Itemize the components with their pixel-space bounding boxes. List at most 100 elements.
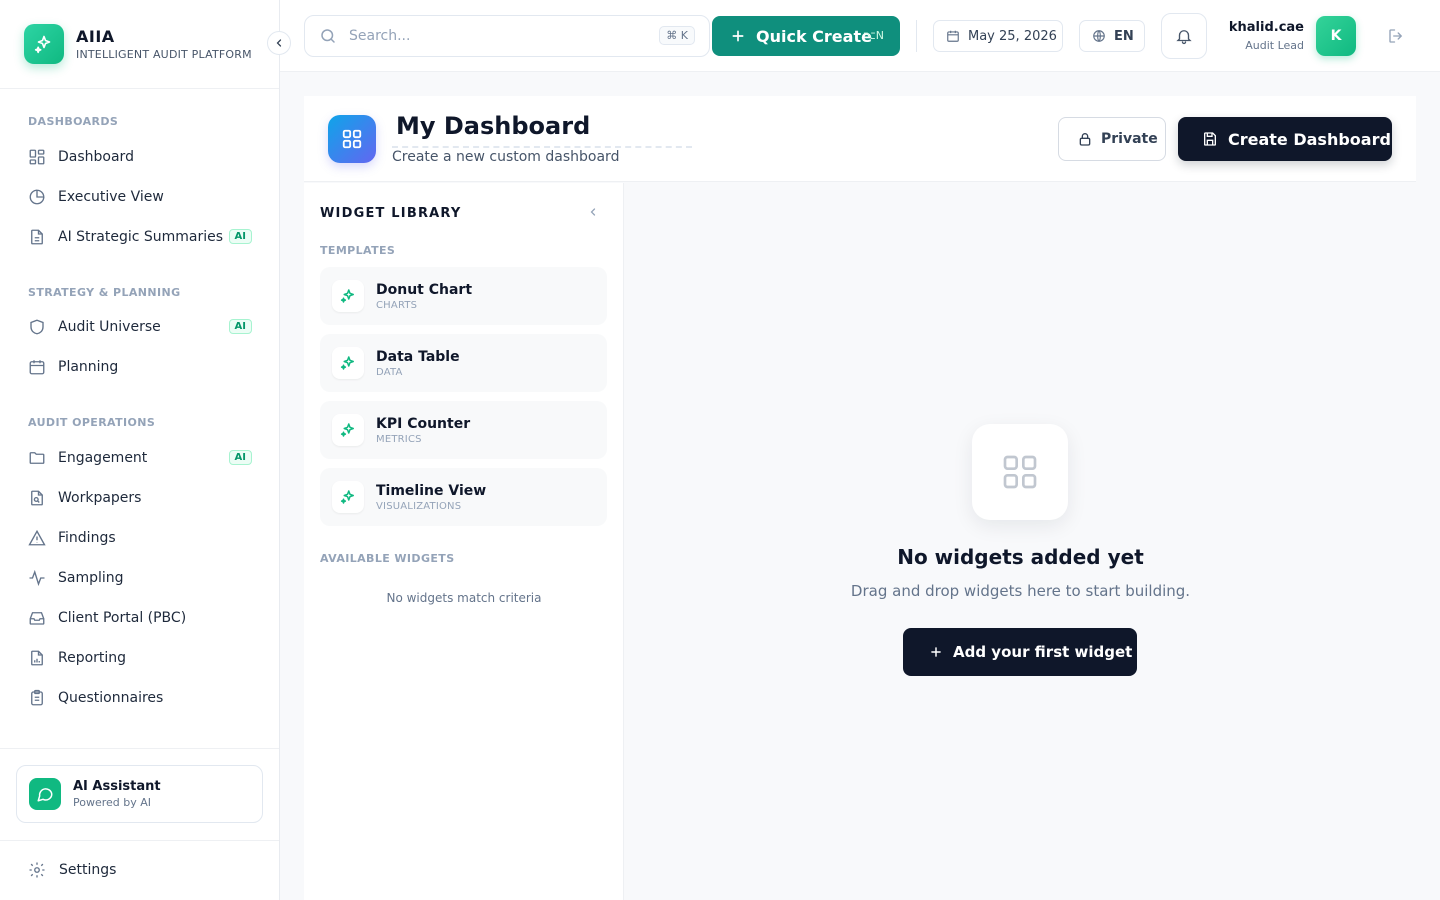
sidebar-item-ai-strategic-summaries[interactable]: AI Strategic Summaries AI xyxy=(28,225,252,249)
document-icon xyxy=(28,228,46,246)
assistant-title: AI Assistant xyxy=(73,779,161,794)
sparkle-icon xyxy=(332,280,364,312)
language-button[interactable]: EN xyxy=(1079,20,1145,52)
search-input[interactable] xyxy=(349,28,639,44)
sidebar-item-client-portal[interactable]: Client Portal (PBC) xyxy=(28,606,252,630)
user-menu[interactable]: khalid.cae Audit Lead K xyxy=(1224,16,1356,56)
sidebar-item-planning[interactable]: Planning xyxy=(28,355,252,379)
warning-icon xyxy=(28,529,46,547)
template-kpi-counter[interactable]: KPI Counter METRICS xyxy=(320,401,607,459)
gear-icon xyxy=(28,861,46,879)
sparkle-icon xyxy=(332,347,364,379)
grid-icon xyxy=(28,148,46,166)
add-first-widget-button[interactable]: Add your first widget xyxy=(903,628,1137,676)
sidebar-item-dashboard[interactable]: Dashboard xyxy=(28,145,252,169)
notifications-button[interactable] xyxy=(1161,13,1207,59)
date-picker-button[interactable]: May 25, 2026 xyxy=(933,20,1063,52)
quick-create-button[interactable]: Quick Create ⌥N xyxy=(712,16,900,56)
sidebar-item-engagement[interactable]: Engagement AI xyxy=(28,446,252,470)
sidebar-item-label: Executive View xyxy=(58,189,164,205)
shield-icon xyxy=(28,318,46,336)
plus-icon xyxy=(730,28,746,44)
template-category: METRICS xyxy=(376,433,422,445)
sidebar-item-sampling[interactable]: Sampling xyxy=(28,566,252,590)
logout-button[interactable] xyxy=(1386,26,1406,46)
assistant-subtitle: Powered by AI xyxy=(73,796,152,809)
page-subtitle-text: Create a new custom dashboard xyxy=(392,149,620,165)
sidebar-item-label: Reporting xyxy=(58,650,127,666)
template-category: DATA xyxy=(376,366,403,378)
section-title-dashboards: DASHBOARDS xyxy=(28,115,119,128)
sidebar-collapse-button[interactable] xyxy=(267,31,291,55)
activity-icon xyxy=(28,569,46,587)
template-name: Donut Chart xyxy=(376,281,473,298)
sidebar-item-label: Workpapers xyxy=(58,490,142,506)
save-icon xyxy=(1202,131,1218,147)
divider xyxy=(0,88,279,89)
sidebar-item-label: Questionnaires xyxy=(58,690,164,706)
template-timeline-view[interactable]: Timeline View VISUALIZATIONS xyxy=(320,468,607,526)
ai-badge: AI xyxy=(228,229,252,244)
ai-badge: AI xyxy=(228,319,252,334)
grid-icon xyxy=(972,424,1068,520)
settings-area: Settings xyxy=(0,840,279,900)
brand-subtitle: INTELLIGENT AUDIT PLATFORM xyxy=(76,48,252,61)
settings-button[interactable]: Settings xyxy=(28,861,116,879)
template-donut-chart[interactable]: Donut Chart CHARTS xyxy=(320,267,607,325)
section-title-operations: AUDIT OPERATIONS xyxy=(28,416,156,429)
date-label: May 25, 2026 xyxy=(968,28,1057,44)
ai-assistant-button[interactable]: AI Assistant Powered by AI xyxy=(16,765,263,823)
quick-create-label: Quick Create xyxy=(756,26,872,46)
brand[interactable]: AIIA INTELLIGENT AUDIT PLATFORM xyxy=(24,24,252,64)
sparkle-icon xyxy=(332,481,364,513)
library-collapse-button[interactable] xyxy=(586,205,600,219)
divider xyxy=(916,20,917,52)
sidebar-item-label: Dashboard xyxy=(58,149,134,165)
search-icon xyxy=(319,27,337,45)
section-title-strategy: STRATEGY & PLANNING xyxy=(28,286,181,299)
private-toggle-button[interactable]: Private xyxy=(1058,117,1166,161)
sidebar-item-questionnaires[interactable]: Questionnaires xyxy=(28,686,252,710)
library-title: WIDGET LIBRARY xyxy=(320,206,462,221)
sidebar-item-executive-view[interactable]: Executive View xyxy=(28,185,252,209)
file-search-icon xyxy=(28,489,46,507)
calendar-icon xyxy=(946,29,960,43)
inbox-icon xyxy=(28,609,46,627)
sidebar-item-findings[interactable]: Findings xyxy=(28,526,252,550)
sparkle-logo-icon xyxy=(24,24,64,64)
sparkle-icon xyxy=(332,414,364,446)
template-name: Timeline View xyxy=(376,482,487,499)
widget-library: WIDGET LIBRARY TEMPLATES Donut Chart CHA… xyxy=(304,183,624,900)
sidebar-item-label: Sampling xyxy=(58,570,124,586)
create-dashboard-button[interactable]: Create Dashboard xyxy=(1178,117,1392,161)
page-title[interactable]: My Dashboard xyxy=(396,112,590,140)
dashboard-header: My Dashboard Create a new custom dashboa… xyxy=(304,96,1416,182)
sidebar-item-audit-universe[interactable]: Audit Universe AI xyxy=(28,315,252,339)
sidebar-item-label: Findings xyxy=(58,530,116,546)
ai-badge: AI xyxy=(228,450,252,465)
sidebar-item-label: Client Portal (PBC) xyxy=(58,610,187,626)
quick-create-shortcut: ⌥N xyxy=(863,29,884,42)
search-box[interactable]: ⌘ K xyxy=(304,15,710,57)
sidebar-item-reporting[interactable]: Reporting xyxy=(28,646,252,670)
dashboard-canvas[interactable]: No widgets added yet Drag and drop widge… xyxy=(625,183,1416,900)
sidebar-item-workpapers[interactable]: Workpapers xyxy=(28,486,252,510)
page-subtitle[interactable]: Create a new custom dashboard xyxy=(392,146,692,165)
grid-icon xyxy=(328,115,376,163)
template-category: VISUALIZATIONS xyxy=(376,500,462,512)
plus-icon xyxy=(929,645,943,659)
sidebar: AIIA INTELLIGENT AUDIT PLATFORM DASHBOAR… xyxy=(0,0,280,900)
bell-icon xyxy=(1175,27,1193,45)
sidebar-item-label: Planning xyxy=(58,359,119,375)
pie-icon xyxy=(28,188,46,206)
globe-icon xyxy=(1092,29,1106,43)
calendar-icon xyxy=(28,358,46,376)
template-data-table[interactable]: Data Table DATA xyxy=(320,334,607,392)
available-widgets-title: AVAILABLE WIDGETS xyxy=(320,552,455,565)
empty-widgets-message: No widgets match criteria xyxy=(386,591,542,605)
report-icon xyxy=(28,649,46,667)
templates-title: TEMPLATES xyxy=(320,244,396,257)
sidebar-item-label: Engagement xyxy=(58,450,148,466)
private-label: Private xyxy=(1101,131,1158,147)
template-name: Data Table xyxy=(376,348,460,365)
